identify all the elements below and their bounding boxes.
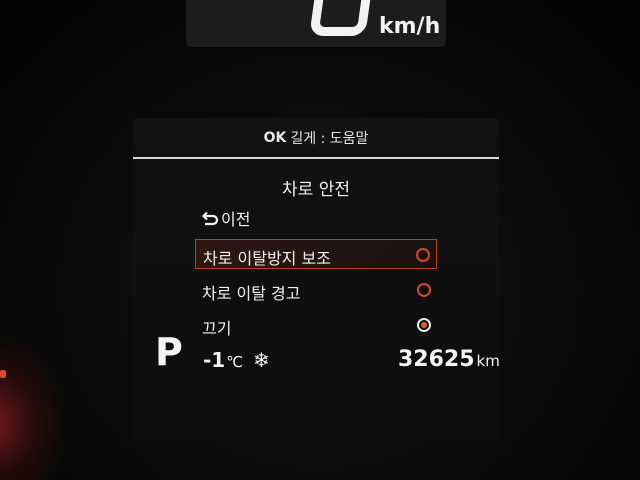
temperature-value: -1 (203, 348, 226, 372)
radio-off-icon (416, 248, 430, 262)
option-lane-keeping-assist[interactable]: 차로 이탈방지 보조 (195, 239, 437, 269)
option-label: 차로 이탈 경고 (202, 284, 301, 303)
back-arrow-icon (201, 209, 219, 227)
speed-unit: km/h (379, 14, 441, 39)
odometer-unit: km (476, 352, 500, 370)
odometer-value: 32625 (398, 347, 475, 372)
option-off[interactable]: 끄기 (195, 310, 437, 340)
radio-selected-icon (417, 318, 431, 332)
option-label: 차로 이탈방지 보조 (203, 249, 331, 268)
temperature-unit: ℃ (226, 353, 244, 371)
help-hint: 길게 : 도움말 (290, 131, 369, 147)
header-divider (133, 157, 499, 159)
option-lane-departure-warning[interactable]: 차로 이탈 경고 (195, 275, 437, 305)
ok-key-label: OK (263, 130, 287, 146)
menu-title: 차로 안전 (282, 180, 350, 200)
screen-header: OK 길게 : 도움말 (133, 118, 499, 158)
outside-temperature: -1℃ (203, 348, 243, 372)
ambient-red-glare (0, 330, 70, 480)
gear-indicator: P (155, 330, 183, 374)
radio-off-icon (417, 283, 431, 297)
back-button[interactable]: 이전 (201, 206, 250, 230)
option-label: 끄기 (202, 319, 232, 338)
indicator-light (0, 370, 6, 378)
snowflake-icon: ❄ (253, 348, 270, 372)
back-label: 이전 (221, 210, 251, 229)
odometer: 32625 km (398, 347, 500, 372)
instrument-cluster: km/h OK 길게 : 도움말 차로 안전 이전 차로 이탈방지 보조 차로 … (0, 0, 640, 480)
